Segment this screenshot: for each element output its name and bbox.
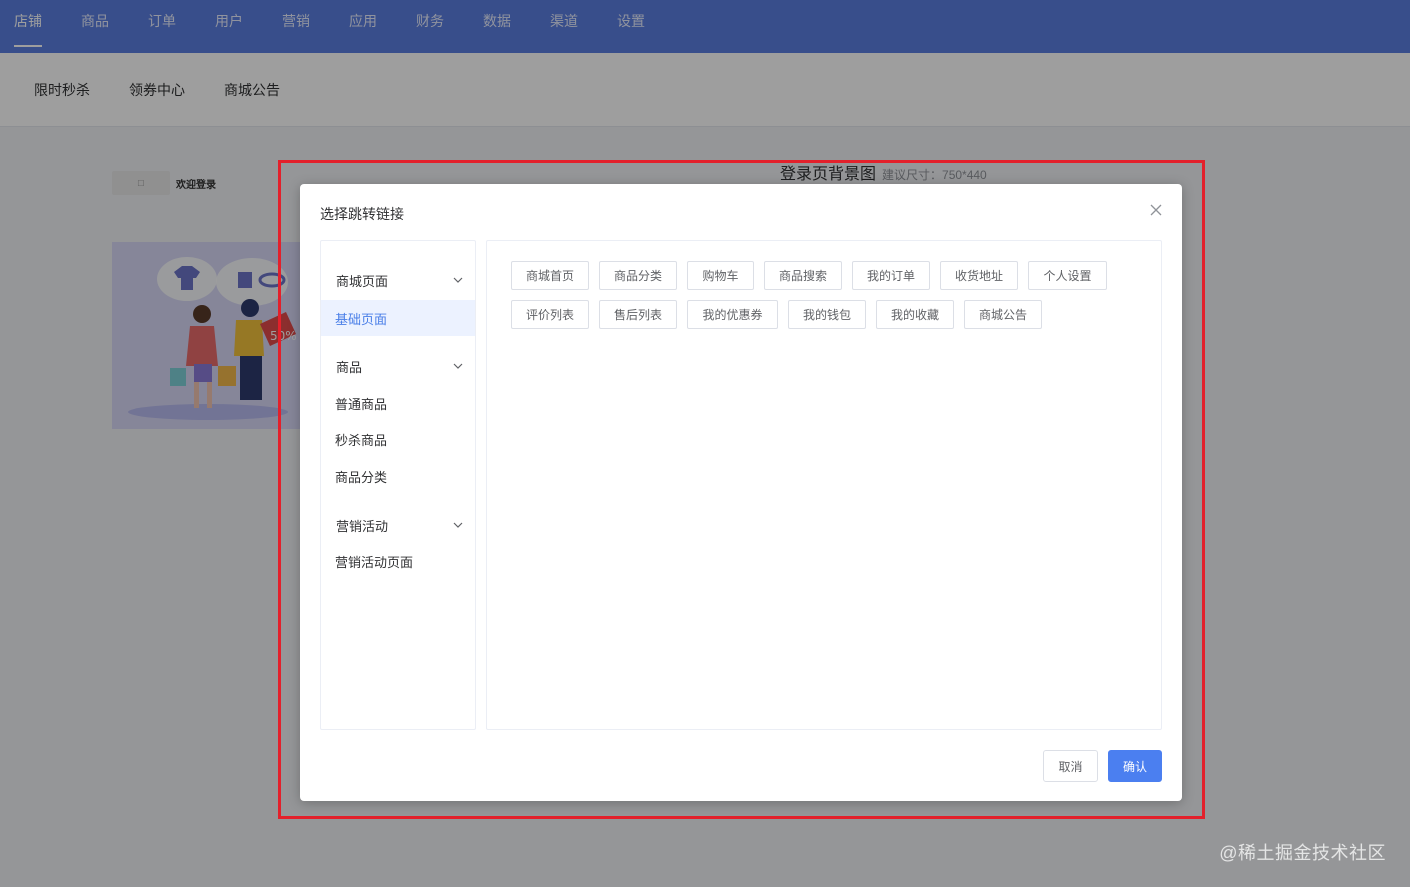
chevron-down-icon (453, 522, 463, 528)
link-options-panel: 商城首页 商品分类 购物车 商品搜索 我的订单 收货地址 个人设置 评价列表 售… (486, 240, 1162, 730)
dialog-title: 选择跳转链接 (320, 206, 404, 222)
menu-item-marketing-pages[interactable]: 营销活动页面 (321, 543, 475, 579)
close-icon[interactable] (1148, 202, 1164, 218)
select-link-dialog: 选择跳转链接 商城页面 基础页面 商品 普通商品 秒杀商品 商品分类 营销活动 … (300, 184, 1182, 801)
link-option[interactable]: 商城首页 (511, 261, 589, 290)
confirm-button[interactable]: 确认 (1108, 750, 1162, 782)
link-option[interactable]: 我的优惠券 (687, 300, 778, 329)
menu-group-mall-pages[interactable]: 商城页面 (321, 261, 475, 299)
menu-group-label: 商城页面 (336, 273, 389, 289)
menu-item-normal-products[interactable]: 普通商品 (321, 385, 475, 421)
chevron-down-icon (453, 277, 463, 283)
menu-group-products[interactable]: 商品 (321, 347, 475, 385)
link-option[interactable]: 评价列表 (511, 300, 589, 329)
menu-item-flash-products[interactable]: 秒杀商品 (321, 421, 475, 457)
watermark: @稀土掘金技术社区 (1219, 843, 1386, 863)
link-option[interactable]: 购物车 (687, 261, 754, 290)
link-option[interactable]: 商城公告 (964, 300, 1042, 329)
link-option[interactable]: 我的收藏 (876, 300, 954, 329)
link-option[interactable]: 我的订单 (852, 261, 930, 290)
menu-item-basic-pages[interactable]: 基础页面 (321, 300, 475, 336)
cancel-button[interactable]: 取消 (1043, 750, 1098, 782)
link-option[interactable]: 商品搜索 (764, 261, 842, 290)
menu-item-product-categories[interactable]: 商品分类 (321, 458, 475, 494)
menu-group-label: 商品 (336, 359, 363, 375)
link-option[interactable]: 我的钱包 (788, 300, 866, 329)
chevron-down-icon (453, 363, 463, 369)
link-category-menu: 商城页面 基础页面 商品 普通商品 秒杀商品 商品分类 营销活动 营销活动页面 (320, 240, 476, 730)
menu-group-label: 营销活动 (336, 518, 389, 534)
link-option[interactable]: 售后列表 (599, 300, 677, 329)
menu-group-marketing[interactable]: 营销活动 (321, 506, 475, 544)
link-option[interactable]: 商品分类 (599, 261, 677, 290)
link-option[interactable]: 个人设置 (1028, 261, 1107, 290)
link-option[interactable]: 收货地址 (940, 261, 1018, 290)
